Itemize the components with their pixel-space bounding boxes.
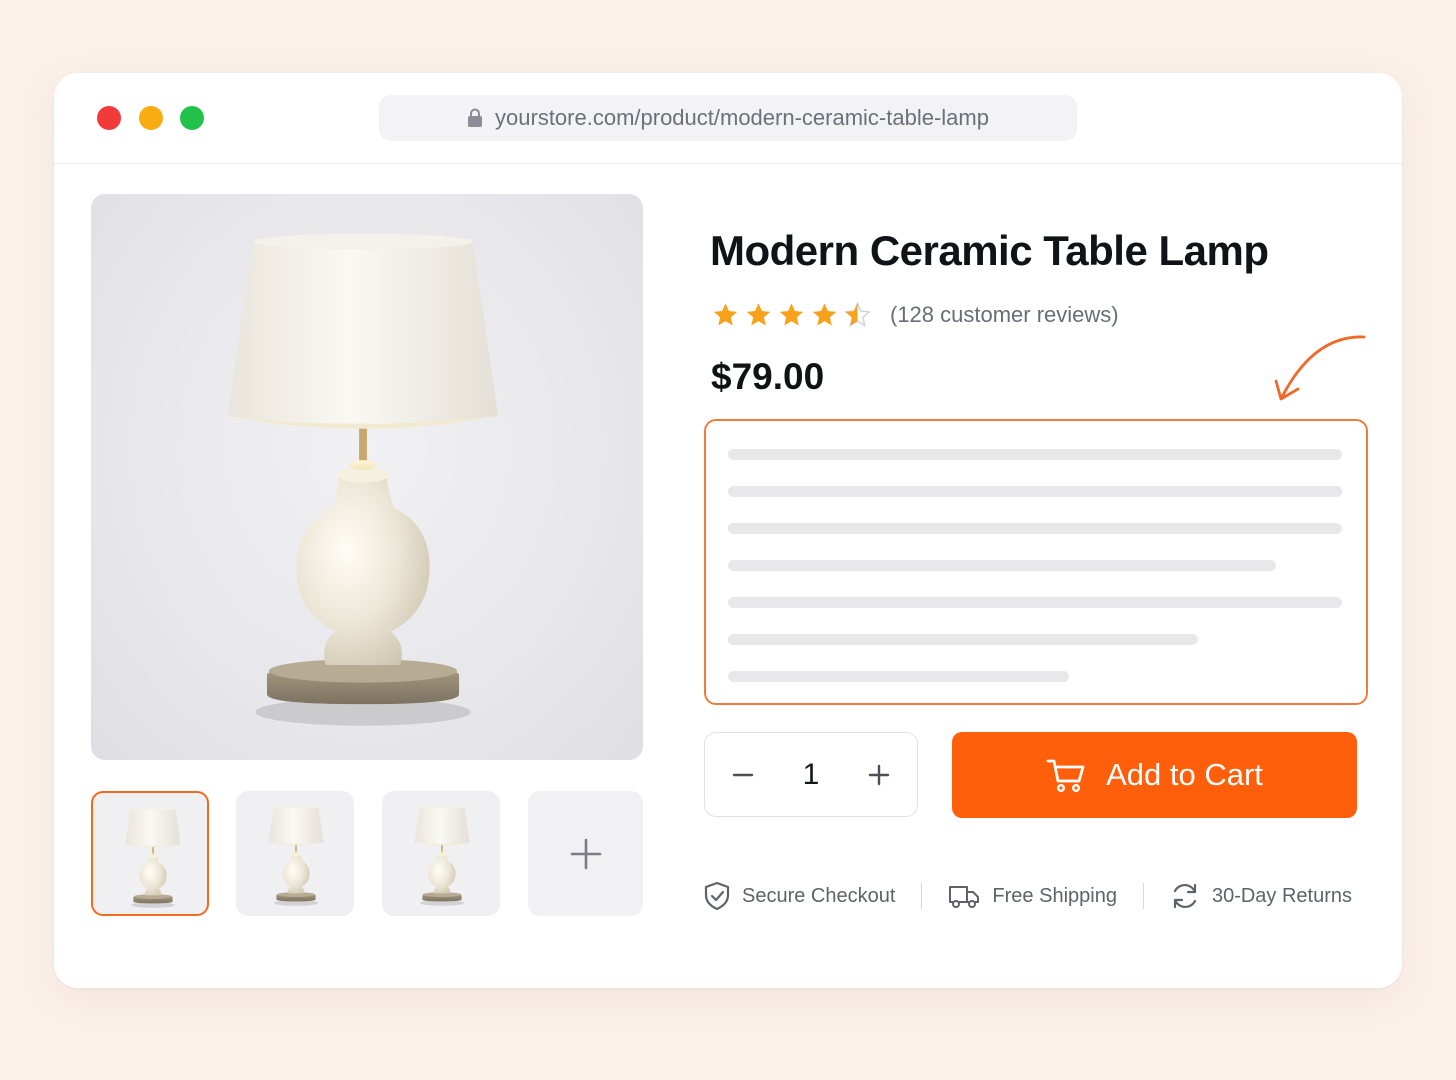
badge-returns: 30-Day Returns bbox=[1170, 881, 1352, 911]
product-thumbnail-2[interactable] bbox=[236, 791, 354, 916]
skeleton-line bbox=[728, 560, 1276, 571]
address-bar-url: yourstore.com/product/modern-ceramic-tab… bbox=[495, 105, 989, 130]
star-half-icon bbox=[844, 301, 871, 327]
skeleton-line bbox=[728, 449, 1342, 460]
skeleton-line bbox=[728, 671, 1069, 682]
maximize-window-button[interactable] bbox=[180, 106, 204, 130]
product-thumbnail-3[interactable] bbox=[382, 791, 500, 916]
plus-icon bbox=[570, 838, 601, 869]
quantity-stepper: 1 bbox=[704, 732, 918, 817]
badge-label: 30-Day Returns bbox=[1211, 884, 1353, 907]
skeleton-line bbox=[728, 634, 1198, 645]
shopping-cart-icon bbox=[1046, 759, 1085, 793]
skeleton-line bbox=[728, 486, 1342, 497]
add-to-cart-button[interactable]: Add to Cart bbox=[952, 732, 1357, 818]
add-to-cart-label: Add to Cart bbox=[1106, 757, 1263, 792]
review-count-link[interactable]: (128 customer reviews) bbox=[890, 302, 1119, 328]
star-full-icon bbox=[779, 303, 804, 326]
star-full-icon bbox=[812, 303, 837, 326]
shield-check-icon bbox=[704, 881, 730, 911]
thumbnail-lamp-image bbox=[268, 805, 324, 906]
quantity-value[interactable]: 1 bbox=[803, 758, 820, 792]
thumbnail-lamp-image bbox=[414, 805, 470, 906]
browser-titlebar: yourstore.com/product/modern-ceramic-tab… bbox=[54, 73, 1402, 164]
minus-icon bbox=[732, 773, 754, 776]
badge-free-shipping: Free Shipping bbox=[948, 883, 1117, 909]
more-images-button[interactable] bbox=[528, 791, 643, 916]
product-title: Modern Ceramic Table Lamp bbox=[710, 227, 1269, 274]
minimize-window-button[interactable] bbox=[139, 106, 163, 130]
product-description-placeholder bbox=[704, 419, 1368, 705]
close-window-button[interactable] bbox=[97, 106, 121, 130]
product-thumbnail-1[interactable] bbox=[91, 791, 209, 916]
increase-quantity-button[interactable] bbox=[867, 763, 891, 787]
product-main-image[interactable] bbox=[91, 194, 643, 760]
badge-secure-checkout: Secure Checkout bbox=[704, 881, 895, 911]
thumbnail-lamp-image bbox=[125, 807, 181, 908]
refresh-icon bbox=[1173, 883, 1197, 909]
divider bbox=[921, 883, 923, 909]
product-rating[interactable]: (128 customer reviews) bbox=[711, 301, 1119, 329]
skeleton-line bbox=[728, 597, 1342, 608]
skeleton-line bbox=[728, 523, 1342, 534]
trust-badges: Secure Checkout Free Shipping 30-Day Ret… bbox=[704, 876, 1364, 916]
badge-label: Secure Checkout bbox=[742, 884, 896, 907]
annotation-arrow-icon bbox=[1274, 335, 1366, 401]
plus-icon bbox=[868, 764, 890, 785]
star-full-icon bbox=[713, 303, 738, 326]
lock-icon bbox=[468, 108, 483, 127]
truck-icon bbox=[949, 886, 980, 908]
address-bar[interactable]: yourstore.com/product/modern-ceramic-tab… bbox=[379, 95, 1077, 141]
divider bbox=[1142, 883, 1144, 909]
product-price: $79.00 bbox=[711, 356, 825, 397]
star-full-icon bbox=[746, 303, 771, 326]
star-rating bbox=[711, 301, 872, 329]
decrease-quantity-button[interactable] bbox=[731, 763, 755, 787]
product-lamp-image bbox=[227, 233, 499, 726]
badge-label: Free Shipping bbox=[992, 884, 1117, 907]
browser-window: yourstore.com/product/modern-ceramic-tab… bbox=[54, 73, 1402, 988]
